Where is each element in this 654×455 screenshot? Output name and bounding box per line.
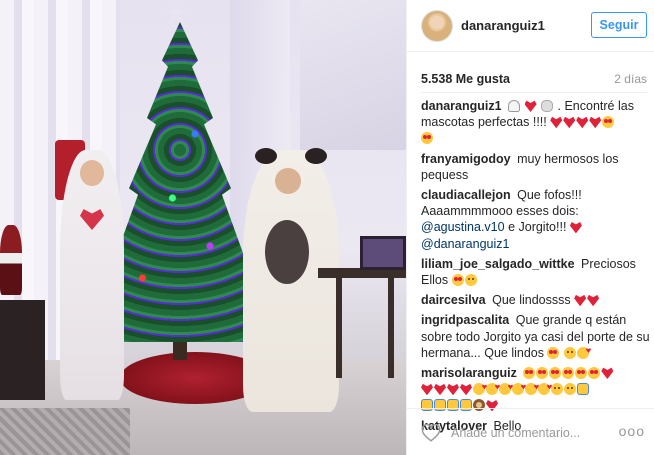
heart-emoji-icon (569, 222, 582, 234)
comment-author[interactable]: danaranguiz1 (421, 99, 502, 113)
heart-emoji-icon (421, 383, 433, 396)
post-sidebar: danaranguiz1 Seguir 5.538 Me gusta 2 día… (406, 0, 654, 455)
kiss-emoji-icon (486, 383, 498, 396)
smile-emoji-icon (563, 346, 576, 359)
heart-eyes-emoji-icon (536, 367, 549, 380)
raising-hands-emoji-icon (577, 383, 589, 396)
heart-emoji-icon (550, 116, 563, 129)
stair-wall (300, 0, 406, 150)
smile-emoji-icon (464, 274, 477, 287)
divider (421, 92, 647, 93)
timestamp[interactable]: 2 días (614, 72, 647, 86)
comment-author[interactable]: franyamigodoy (421, 152, 511, 166)
heart-emoji-icon (576, 116, 589, 129)
comment: liliam_joe_salgado_wittke Preciosos Ello… (421, 256, 651, 288)
comment: marisolaranguiz (421, 365, 651, 414)
more-options-icon[interactable]: ooo (619, 423, 645, 439)
side-table (318, 268, 406, 378)
post-header: danaranguiz1 Seguir (407, 0, 654, 52)
comment-author[interactable]: ingridpascalita (421, 313, 509, 327)
comment-text: Que lindossss (492, 293, 571, 308)
child-face (275, 168, 301, 194)
heart-emoji-icon (434, 383, 446, 396)
heart-eyes-emoji-icon (602, 116, 615, 129)
kiss-emoji-icon (538, 383, 550, 396)
rug (0, 408, 130, 455)
heart-eyes-emoji-icon (562, 367, 575, 380)
heart-emoji-icon (447, 383, 459, 396)
smile-emoji-icon (551, 383, 563, 396)
costume-belly (265, 220, 309, 284)
heart-eyes-emoji-icon (451, 274, 464, 287)
child-face (80, 160, 104, 186)
smile-emoji-icon (564, 383, 576, 396)
rabbit-emoji-icon (541, 100, 554, 112)
follow-button[interactable]: Seguir (591, 12, 647, 38)
ghost-emoji-icon (508, 100, 521, 112)
heart-emoji-icon (587, 294, 600, 307)
comment-author[interactable]: marisolaranguiz (421, 366, 517, 380)
comment: daircesilva Que lindossss (421, 292, 651, 308)
heart-emoji-icon (601, 367, 614, 380)
comment: ingridpascalita Que grande q están sobre… (421, 312, 651, 361)
child-unicorn-costume (60, 150, 124, 400)
comment: claudiacallejon Que fofos!!! Aaaammmmooo… (421, 187, 651, 252)
heart-eyes-emoji-icon (547, 346, 560, 359)
comment-text: e Jorgito!!! (508, 220, 567, 235)
heart-eyes-emoji-icon (575, 367, 588, 380)
post-photo[interactable] (0, 0, 406, 455)
heart-emoji-icon (563, 116, 576, 129)
cabinet (0, 300, 45, 400)
heart-eyes-emoji-icon (588, 367, 601, 380)
heart-eyes-emoji-icon (549, 367, 562, 380)
framed-picture (360, 236, 406, 270)
mention-link[interactable]: @agustina.v10 (421, 220, 505, 234)
santa-figure (0, 225, 22, 295)
kiss-emoji-icon (525, 383, 537, 396)
comment: danaranguiz1 . Encontré las mascotas per… (421, 98, 651, 147)
heart-eyes-emoji-icon (523, 367, 536, 380)
likes-count[interactable]: 5.538 Me gusta (421, 72, 510, 86)
tree-star (164, 2, 188, 24)
heart-emoji-icon (524, 100, 537, 112)
kiss-emoji-icon (499, 383, 511, 396)
heart-emoji-icon (460, 383, 472, 396)
comment: franyamigodoy muy hermosos los pequess (421, 151, 651, 183)
avatar[interactable] (421, 10, 453, 42)
comments-list: danaranguiz1 . Encontré las mascotas per… (421, 98, 651, 438)
heart-emoji-icon (589, 116, 602, 129)
costume-heart (80, 209, 104, 230)
comment-author[interactable]: daircesilva (421, 293, 486, 307)
comment-author[interactable]: claudiacallejon (421, 188, 511, 202)
kiss-emoji-icon (512, 383, 524, 396)
post-meta: 5.538 Me gusta 2 días (421, 72, 647, 86)
comment-bar: ooo (407, 408, 654, 455)
kiss-emoji-icon (576, 346, 589, 359)
kiss-emoji-icon (473, 383, 485, 396)
comment-author[interactable]: liliam_joe_salgado_wittke (421, 257, 575, 271)
costume-ear (255, 148, 277, 164)
heart-eyes-emoji-icon (421, 132, 433, 145)
costume-ear (305, 148, 327, 164)
mention-link[interactable]: @danaranguiz1 (421, 237, 509, 251)
username[interactable]: danaranguiz1 (461, 18, 545, 33)
heart-emoji-icon (574, 294, 587, 307)
add-comment-input[interactable] (451, 424, 601, 442)
heart-outline-icon[interactable] (421, 424, 441, 442)
